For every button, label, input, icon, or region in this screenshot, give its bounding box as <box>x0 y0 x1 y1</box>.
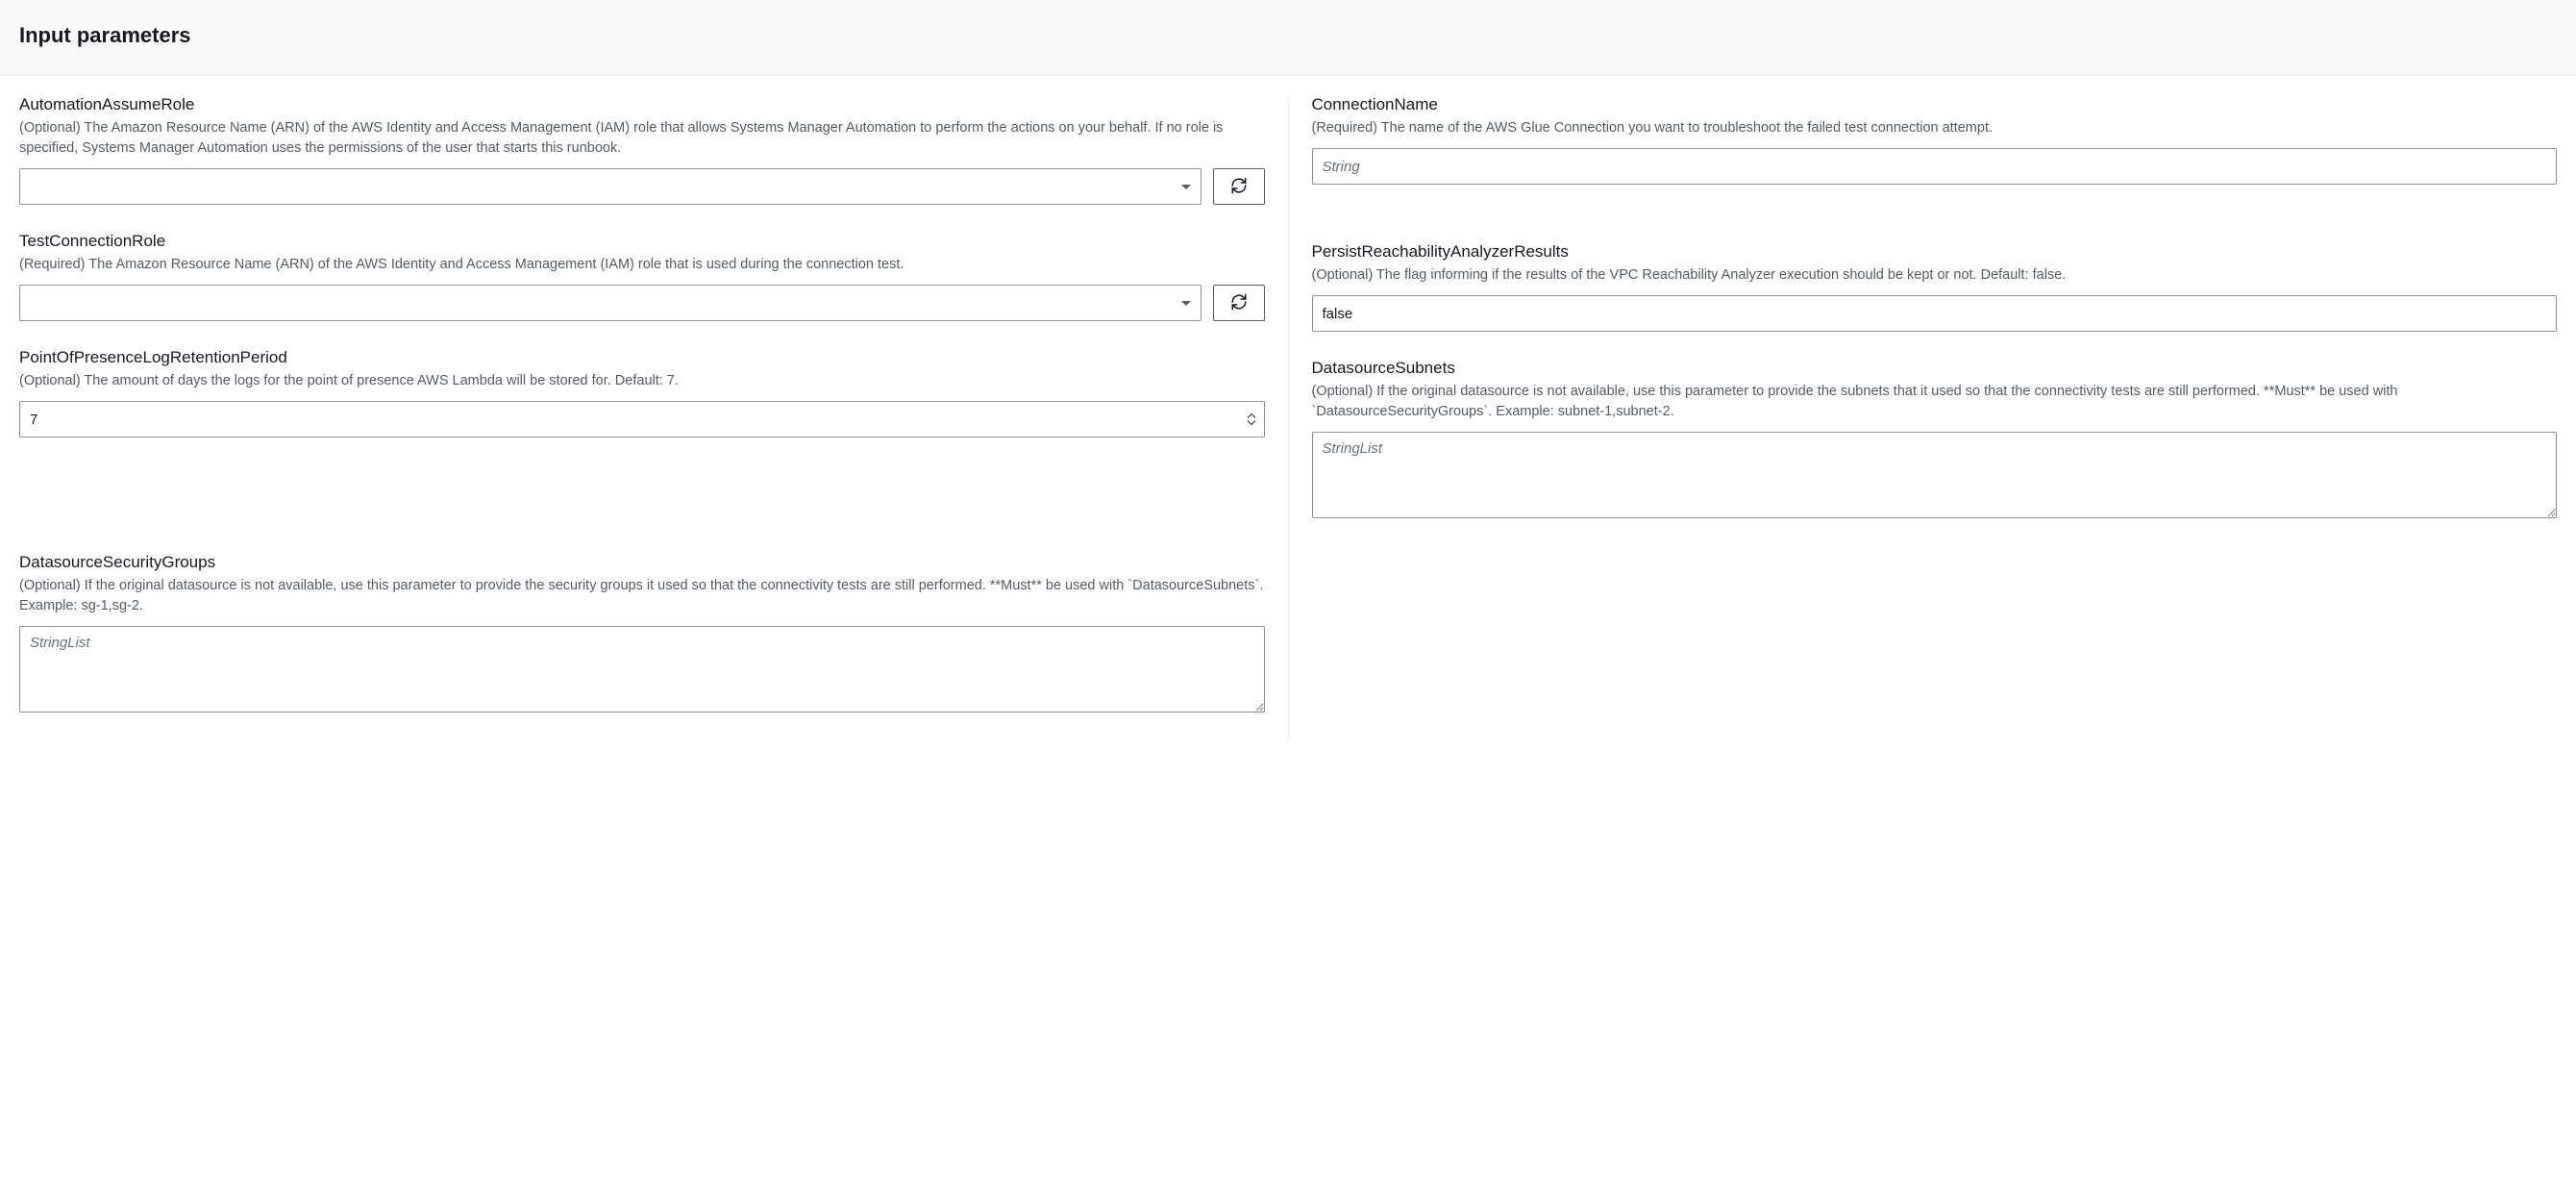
param-description: (Optional) The Amazon Resource Name (ARN… <box>19 118 1265 159</box>
chevron-down-icon <box>1247 420 1256 426</box>
refresh-button[interactable] <box>1213 168 1265 205</box>
param-description: (Required) The Amazon Resource Name (ARN… <box>19 255 1265 275</box>
left-column: AutomationAssumeRole (Optional) The Amaz… <box>19 95 1289 742</box>
quantity-stepper[interactable] <box>1244 413 1259 426</box>
chevron-up-icon <box>1247 413 1256 419</box>
automation-assume-role-select-wrap <box>19 168 1201 205</box>
param-automation-assume-role: AutomationAssumeRole (Optional) The Amaz… <box>19 95 1265 205</box>
param-test-connection-role: TestConnectionRole (Required) The Amazon… <box>19 232 1265 321</box>
param-label: PointOfPresenceLogRetentionPeriod <box>19 348 1265 367</box>
param-label: TestConnectionRole <box>19 232 1265 251</box>
input-row <box>19 168 1265 205</box>
param-label: AutomationAssumeRole <box>19 95 1265 114</box>
param-label: PersistReachabilityAnalyzerResults <box>1312 242 2558 262</box>
connection-name-input[interactable] <box>1312 148 2558 185</box>
param-persist-reachability: PersistReachabilityAnalyzerResults (Opti… <box>1312 242 2558 332</box>
persist-reachability-input[interactable] <box>1312 295 2558 332</box>
param-description: (Optional) The flag informing if the res… <box>1312 265 2558 286</box>
param-datasource-security-groups: DatasourceSecurityGroups (Optional) If t… <box>19 553 1265 715</box>
param-description: (Required) The name of the AWS Glue Conn… <box>1312 118 2558 138</box>
test-connection-role-select-wrap <box>19 285 1201 321</box>
pop-log-retention-input[interactable] <box>19 401 1265 438</box>
number-input-wrap <box>19 401 1265 438</box>
page-title: Input parameters <box>19 23 2557 48</box>
test-connection-role-select[interactable] <box>19 285 1201 321</box>
refresh-icon <box>1230 177 1248 197</box>
input-row <box>19 285 1265 321</box>
param-label: DatasourceSubnets <box>1312 359 2558 378</box>
param-label: ConnectionName <box>1312 95 2558 114</box>
param-description: (Optional) If the original datasource is… <box>19 576 1265 616</box>
param-connection-name: ConnectionName (Required) The name of th… <box>1312 95 2558 185</box>
refresh-icon <box>1230 293 1248 313</box>
param-description: (Optional) If the original datasource is… <box>1312 382 2558 422</box>
param-pop-log-retention: PointOfPresenceLogRetentionPeriod (Optio… <box>19 348 1265 438</box>
param-description: (Optional) The amount of days the logs f… <box>19 371 1265 391</box>
panel-header: Input parameters <box>0 0 2576 76</box>
parameters-grid: AutomationAssumeRole (Optional) The Amaz… <box>0 76 2576 762</box>
param-datasource-subnets: DatasourceSubnets (Optional) If the orig… <box>1312 359 2558 521</box>
datasource-subnets-textarea[interactable] <box>1312 432 2558 518</box>
right-column: ConnectionName (Required) The name of th… <box>1289 95 2558 742</box>
datasource-security-groups-textarea[interactable] <box>19 626 1265 712</box>
param-label: DatasourceSecurityGroups <box>19 553 1265 572</box>
refresh-button[interactable] <box>1213 285 1265 321</box>
automation-assume-role-select[interactable] <box>19 168 1201 205</box>
